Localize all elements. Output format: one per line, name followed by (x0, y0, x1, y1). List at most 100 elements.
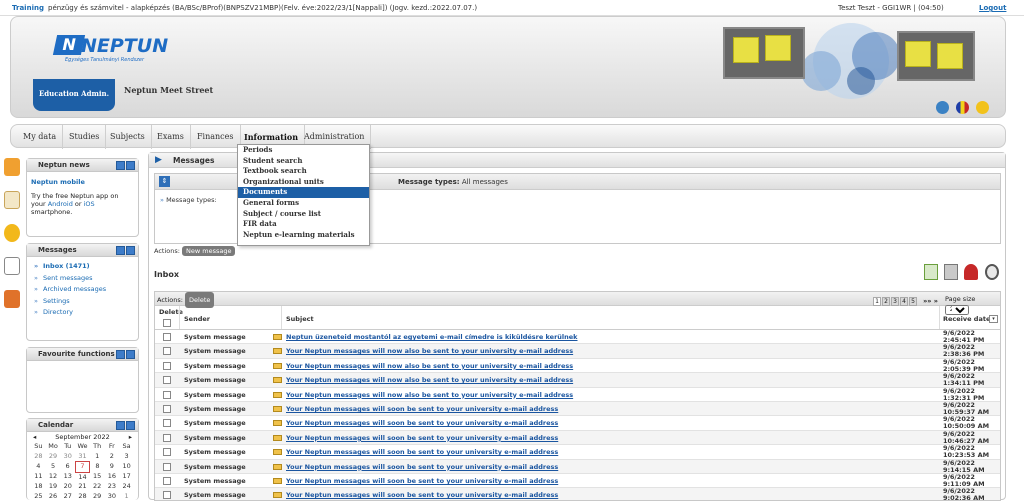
calendar-day[interactable]: 8 (90, 462, 105, 473)
nav-directory[interactable]: Directory (31, 307, 134, 319)
row-subject-link[interactable]: Your Neptun messages will soon be sent t… (286, 474, 558, 488)
calendar-next-icon[interactable]: ▸ (129, 432, 132, 442)
row-subject-link[interactable]: Neptun üzeneteid mostantól az egyetemi e… (286, 330, 578, 344)
calendar-day[interactable]: 28 (31, 452, 46, 462)
table-row[interactable]: System messageYour Neptun messages will … (155, 388, 1000, 402)
new-message-button[interactable]: New message (182, 246, 235, 256)
calendar-day[interactable]: 12 (46, 472, 61, 482)
ios-link[interactable]: iOS (84, 200, 95, 208)
row-checkbox[interactable] (163, 419, 171, 427)
select-all-checkbox[interactable] (163, 319, 171, 327)
table-row[interactable]: System messageYour Neptun messages will … (155, 373, 1000, 387)
calendar-day[interactable]: 22 (90, 482, 105, 492)
row-checkbox[interactable] (163, 376, 171, 384)
row-subject-link[interactable]: Your Neptun messages will now also be se… (286, 388, 573, 402)
calendar-day[interactable]: 1 (90, 452, 105, 462)
dropdown-periods[interactable]: Periods (238, 145, 369, 156)
calendar-icon[interactable] (4, 257, 20, 275)
menu-studies[interactable]: Studies (63, 125, 106, 149)
panel-close-icon[interactable] (126, 161, 135, 170)
dropdown-organizational-units[interactable]: Organizational units (238, 177, 369, 188)
calendar-day[interactable]: 20 (60, 482, 75, 492)
row-checkbox[interactable] (163, 391, 171, 399)
col-subject[interactable]: Subject (286, 315, 314, 323)
calendar-day[interactable]: 13 (60, 472, 75, 482)
calendar-day[interactable]: 17 (119, 472, 134, 482)
dropdown-fir-data[interactable]: FIR data (238, 219, 369, 230)
table-row[interactable]: System messageNeptun üzeneteid mostantól… (155, 330, 1000, 344)
menu-exams[interactable]: Exams (151, 125, 191, 149)
row-subject-link[interactable]: Your Neptun messages will now also be se… (286, 359, 573, 373)
calendar-day[interactable]: 19 (46, 482, 61, 492)
calendar-day[interactable]: 7 (75, 462, 90, 473)
dropdown-general-forms[interactable]: General forms (238, 198, 369, 209)
panel-close-icon[interactable] (126, 246, 135, 255)
smiley-icon[interactable] (976, 101, 989, 114)
panel-collapse-icon[interactable] (116, 161, 125, 170)
row-subject-link[interactable]: Your Neptun messages will now also be se… (286, 373, 573, 387)
col-sender[interactable]: Sender (184, 315, 210, 323)
row-checkbox[interactable] (163, 347, 171, 355)
nav-sent-messages[interactable]: Sent messages (31, 273, 134, 285)
page-2[interactable]: 2 (882, 297, 890, 306)
row-checkbox[interactable] (163, 333, 171, 341)
row-subject-link[interactable]: Your Neptun messages will soon be sent t… (286, 402, 558, 416)
table-row[interactable]: System messageYour Neptun messages will … (155, 460, 1000, 474)
page-4[interactable]: 4 (900, 297, 908, 306)
row-checkbox[interactable] (163, 405, 171, 413)
panel-collapse-icon[interactable] (116, 350, 125, 359)
calendar-day[interactable]: 5 (46, 462, 61, 473)
menu-subjects[interactable]: Subjects (104, 125, 152, 149)
star-icon[interactable] (4, 224, 20, 242)
calendar-day[interactable]: 31 (75, 452, 90, 462)
panel-close-icon[interactable] (126, 421, 135, 430)
pin-icon[interactable] (964, 264, 978, 280)
calendar-day[interactable]: 14 (75, 472, 90, 482)
dropdown-elearning-materials[interactable]: Neptun e-learning materials (238, 230, 369, 241)
page-3[interactable]: 3 (891, 297, 899, 306)
table-row[interactable]: System messageYour Neptun messages will … (155, 445, 1000, 459)
calendar-day[interactable]: 18 (31, 482, 46, 492)
panel-collapse-icon[interactable] (116, 421, 125, 430)
table-row[interactable]: System messageYour Neptun messages will … (155, 474, 1000, 488)
logout-link[interactable]: Logout (979, 0, 1006, 16)
neptun-logo[interactable]: N NEPTUN Egységes Tanulmányi Rendszer (55, 35, 165, 77)
dropdown-documents[interactable]: Documents (238, 187, 369, 198)
dropdown-textbook-search[interactable]: Textbook search (238, 166, 369, 177)
android-link[interactable]: Android (48, 200, 73, 208)
calendar-day[interactable]: 2 (105, 452, 120, 462)
menu-finances[interactable]: Finances (191, 125, 241, 149)
row-subject-link[interactable]: Your Neptun messages will soon be sent t… (286, 416, 558, 430)
calendar-day[interactable]: 16 (105, 472, 120, 482)
row-checkbox[interactable] (163, 491, 171, 499)
row-subject-link[interactable]: Your Neptun messages will soon be sent t… (286, 488, 558, 501)
row-subject-link[interactable]: Your Neptun messages will now also be se… (286, 344, 573, 358)
table-row[interactable]: System messageYour Neptun messages will … (155, 359, 1000, 373)
collapse-arrow-icon[interactable]: ▶ (155, 153, 162, 168)
calendar-day[interactable]: 15 (90, 472, 105, 482)
page-5[interactable]: 5 (909, 297, 917, 306)
calendar-day[interactable]: 10 (119, 462, 134, 473)
table-row[interactable]: System messageYour Neptun messages will … (155, 488, 1000, 501)
search-icon[interactable] (985, 264, 999, 280)
calendar-day[interactable]: 24 (119, 482, 134, 492)
calendar-prev-icon[interactable]: ◂ (33, 432, 36, 442)
calendar-day[interactable]: 29 (46, 452, 61, 462)
row-checkbox[interactable] (163, 448, 171, 456)
filter-toggle-icon[interactable]: ⇕ (159, 176, 170, 187)
row-subject-link[interactable]: Your Neptun messages will soon be sent t… (286, 431, 558, 445)
panel-collapse-icon[interactable] (116, 246, 125, 255)
nav-settings[interactable]: Settings (31, 296, 134, 308)
row-subject-link[interactable]: Your Neptun messages will soon be sent t… (286, 460, 558, 474)
row-subject-link[interactable]: Your Neptun messages will soon be sent t… (286, 445, 558, 459)
nav-archived-messages[interactable]: Archived messages (31, 284, 134, 296)
calendar-day[interactable]: 3 (119, 452, 134, 462)
dropdown-student-search[interactable]: Student search (238, 156, 369, 167)
calendar-day[interactable]: 4 (31, 462, 46, 473)
calendar-day[interactable]: 21 (75, 482, 90, 492)
dropdown-subject-course-list[interactable]: Subject / course list (238, 209, 369, 220)
row-checkbox[interactable] (163, 362, 171, 370)
table-row[interactable]: System messageYour Neptun messages will … (155, 344, 1000, 358)
nav-inbox[interactable]: Inbox (1471) (31, 261, 134, 273)
row-checkbox[interactable] (163, 434, 171, 442)
